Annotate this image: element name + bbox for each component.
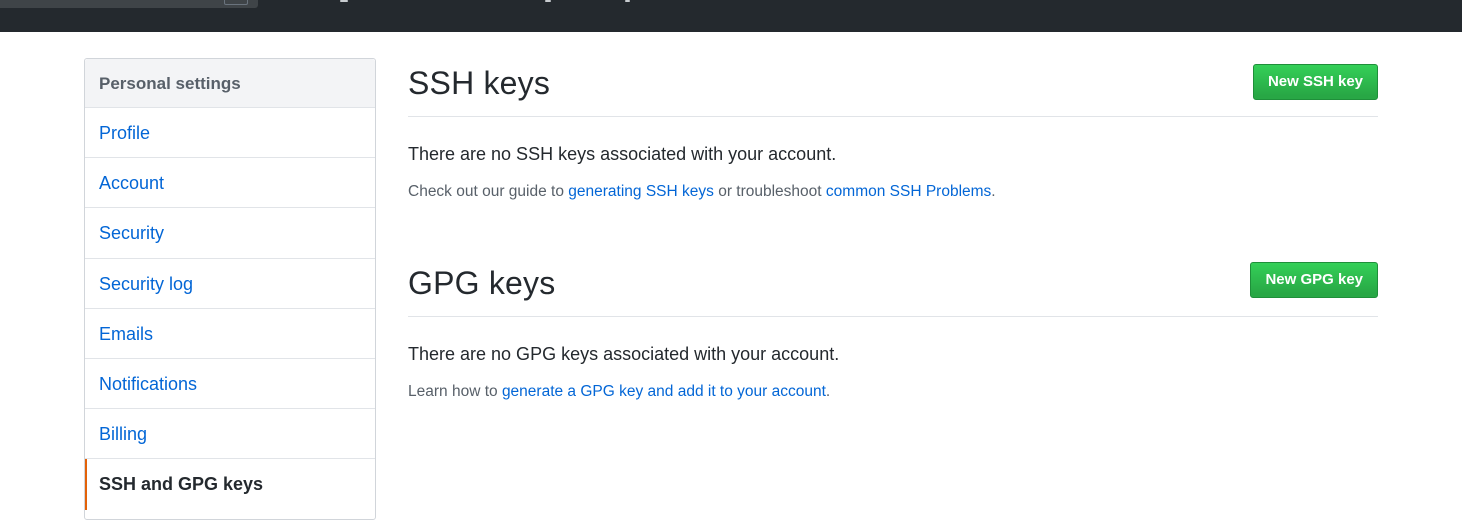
gpg-help-suffix: . <box>825 383 831 400</box>
header-nav-fragment <box>545 0 551 2</box>
settings-sidebar: Personal settings Profile Account Securi… <box>84 58 376 520</box>
sidebar-item-notifications[interactable]: Notifications <box>85 359 375 410</box>
gpg-help-prefix: Learn how to <box>408 383 502 400</box>
sidebar-item-emails[interactable]: Emails <box>85 309 375 359</box>
gpg-keys-title: GPG keys <box>408 265 556 301</box>
gpg-blank-message: There are no GPG keys associated with yo… <box>408 344 840 364</box>
global-header <box>0 0 1462 32</box>
sidebar-item-security[interactable]: Security <box>85 208 375 259</box>
settings-content: SSH keys New SSH key There are no SSH ke… <box>408 58 1378 401</box>
ssh-keys-section: SSH keys New SSH key There are no SSH ke… <box>408 58 1378 201</box>
slash-shortcut-icon <box>224 0 248 5</box>
sidebar-item-ssh-gpg-keys[interactable]: SSH and GPG keys <box>85 459 375 510</box>
generating-ssh-keys-link[interactable]: generating SSH keys <box>568 183 714 200</box>
ssh-help-suffix: . <box>991 183 996 200</box>
sidebar-item-security-log[interactable]: Security log <box>85 259 375 309</box>
generate-gpg-key-link[interactable]: generate a GPG key and add it to your ac… <box>502 383 826 400</box>
ssh-help-text: Check out our guide to generating SSH ke… <box>408 183 1378 201</box>
ssh-section-header: SSH keys New SSH key <box>408 58 1378 117</box>
sidebar-item-billing[interactable]: Billing <box>85 409 375 460</box>
sidebar-header: Personal settings <box>85 59 375 108</box>
gpg-keys-section: GPG keys New GPG key There are no GPG ke… <box>408 258 1378 401</box>
new-gpg-key-button[interactable]: New GPG key <box>1250 262 1378 298</box>
ssh-help-prefix: Check out our guide to <box>408 183 569 200</box>
sidebar-item-profile[interactable]: Profile <box>85 108 375 159</box>
new-ssh-key-button[interactable]: New SSH key <box>1252 64 1378 100</box>
search-input[interactable] <box>0 0 258 8</box>
ssh-help-middle: or troubleshoot <box>713 183 826 200</box>
gpg-section-header: GPG keys New GPG key <box>408 258 1378 317</box>
header-nav-fragment <box>340 0 348 2</box>
header-nav-fragment <box>625 0 630 2</box>
common-ssh-problems-link[interactable]: common SSH Problems <box>826 183 991 200</box>
ssh-blank-message: There are no SSH keys associated with yo… <box>408 144 837 164</box>
ssh-keys-title: SSH keys <box>408 65 551 101</box>
sidebar-item-account[interactable]: Account <box>85 158 375 209</box>
gpg-help-text: Learn how to generate a GPG key and add … <box>408 383 1378 401</box>
